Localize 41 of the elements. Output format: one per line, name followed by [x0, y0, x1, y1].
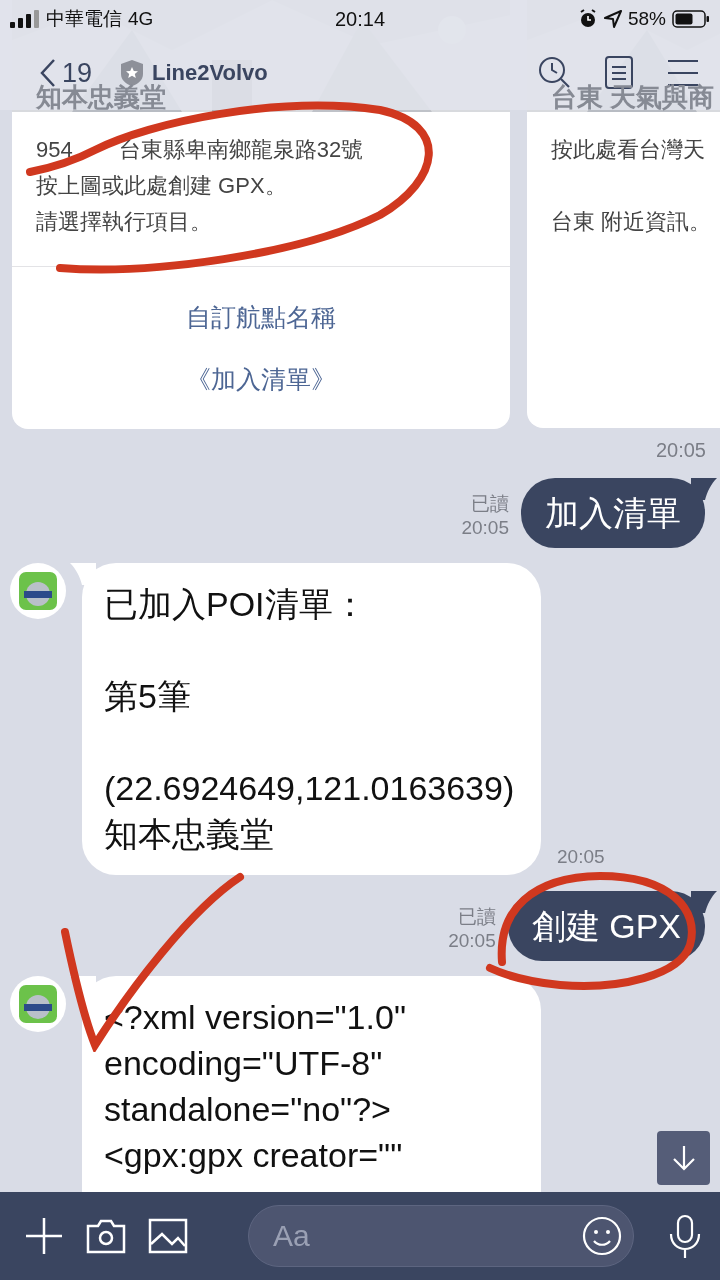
- card-text: 台東 附近資訊。: [551, 208, 712, 236]
- message-text: encoding="UTF-8": [104, 1043, 384, 1084]
- arrow-down-icon: [670, 1144, 697, 1172]
- image-icon[interactable]: [148, 1216, 188, 1256]
- battery-label: 58%: [627, 8, 666, 30]
- timestamp: 20:05: [655, 439, 706, 462]
- action-link[interactable]: 自訂航點名稱: [180, 286, 342, 348]
- action-link[interactable]: 《加入清單》: [180, 348, 342, 410]
- avatar-icon: [10, 976, 66, 1032]
- location-icon: [603, 10, 622, 28]
- message-text: 已加入POI清單：: [104, 584, 368, 625]
- message-text: (22.6924649,121.0163639) 知本忠義堂: [104, 768, 516, 855]
- battery-icon: [672, 10, 710, 28]
- signal-icon: [10, 10, 40, 28]
- card-text: 按上圖或此處創建 GPX。: [36, 172, 287, 200]
- add-icon[interactable]: [24, 1216, 64, 1256]
- timestamp: 20:05: [557, 845, 605, 869]
- message-text: standalone="no"?>: [104, 1089, 392, 1130]
- avatar-icon: [10, 563, 66, 619]
- timestamp: 20:05: [448, 929, 496, 953]
- card-text: 請選擇執行項目。: [36, 208, 212, 236]
- clock: 20:14: [334, 7, 386, 31]
- card-title: 知本忠義堂: [36, 82, 166, 112]
- message-text: <gpx:gpx creator="": [104, 1135, 404, 1176]
- card-text: 台東縣卑南鄉龍泉路32號: [118, 136, 364, 164]
- read-receipt: 已讀: [471, 492, 509, 516]
- emoji-icon[interactable]: [582, 1216, 622, 1256]
- bubble-tail: [691, 891, 717, 913]
- scroll-down-button[interactable]: [657, 1131, 710, 1185]
- carrier-label: 中華電信: [46, 7, 122, 31]
- message-field[interactable]: Aa: [248, 1205, 634, 1267]
- timestamp: 20:05: [461, 516, 509, 540]
- microphone-icon[interactable]: [668, 1214, 702, 1258]
- network-label: 4G: [128, 8, 154, 30]
- card-text: 954: [36, 136, 73, 164]
- message-text: 第5筆: [104, 676, 192, 717]
- read-receipt: 已讀: [457, 905, 496, 929]
- bubble-tail: [691, 478, 717, 500]
- chat-title: Line2Volvo: [152, 60, 268, 85]
- card-text: 按此處看台灣天: [551, 136, 705, 164]
- card-title: 台東 天氣與商: [551, 81, 715, 112]
